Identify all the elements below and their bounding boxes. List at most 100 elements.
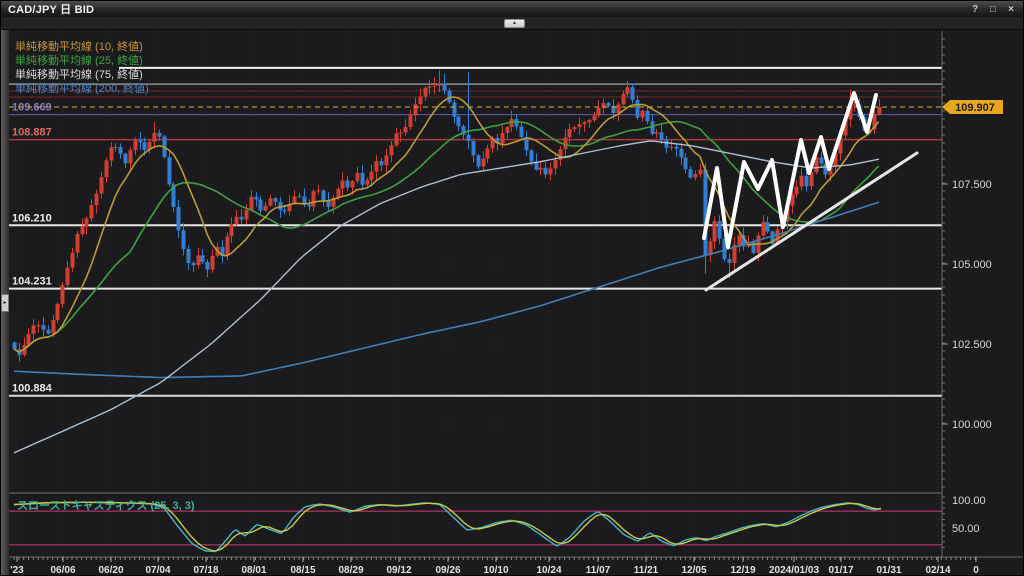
candle-body [317, 190, 321, 191]
y-axis-label: 105.000 [952, 259, 992, 271]
candle-body [61, 285, 65, 304]
candle-body [414, 104, 418, 115]
stochastic-label: スローストキャスティクス (25, 3, 3) [17, 499, 195, 512]
candle-body [264, 206, 268, 211]
candle-body [486, 148, 490, 158]
candlestick-chart[interactable]: 109.669108.887106.210104.231100.884スロースト… [1, 1, 1024, 576]
candle-body [482, 159, 486, 167]
candle-body [438, 83, 442, 85]
candle-body [641, 111, 645, 118]
candle-body [211, 256, 215, 270]
current-price-value: 109.907 [955, 102, 995, 114]
candle-body [139, 140, 143, 142]
candle-body [66, 268, 70, 285]
candle-body [728, 259, 732, 263]
candle-body [646, 111, 650, 122]
candle-body [356, 173, 360, 181]
y-axis-label: 100.000 [952, 419, 992, 431]
left-sidebar-strip: ▸ [1, 30, 9, 575]
candle-body [539, 168, 543, 170]
candle-body [457, 117, 461, 126]
stochastic-axis-label: 100.00 [952, 495, 986, 507]
candle-body [274, 198, 278, 202]
candle-body [90, 205, 94, 218]
candle-body [206, 262, 210, 270]
candle-body [226, 236, 230, 255]
toolbar-strip: ▴ [1, 17, 1024, 30]
candle-body [201, 255, 205, 262]
candle-body [100, 177, 104, 193]
candle-body [404, 127, 408, 133]
candle-body [42, 325, 46, 329]
candle-body [182, 230, 186, 249]
stochastic-axis-label: 50.00 [952, 523, 980, 535]
candle-body [766, 222, 770, 231]
candle-body [501, 133, 505, 143]
candle-body [622, 94, 626, 104]
close-button[interactable]: × [1003, 3, 1019, 16]
candle-body [168, 157, 172, 184]
price-level-label: 104.231 [12, 276, 52, 288]
candle-body [762, 222, 766, 236]
candle-body [443, 83, 447, 90]
window-controls: ? □ × [967, 3, 1024, 16]
candle-body [515, 119, 519, 127]
candle-body [593, 116, 597, 120]
candle-body [37, 325, 41, 326]
y-axis-label: 102.500 [952, 339, 992, 351]
legend-item: 単純移動平均線 (200, 終値) [15, 81, 149, 95]
candle-body [670, 147, 674, 148]
candle-body [520, 126, 524, 137]
chart-window: 109.669108.887106.210104.231100.884スロースト… [0, 0, 1024, 576]
candle-body [143, 142, 147, 150]
candle-body [192, 263, 196, 265]
candle-body [124, 154, 128, 164]
price-level-label: 109.669 [12, 102, 52, 114]
candle-body [380, 161, 384, 165]
candle-body [795, 187, 799, 195]
candle-body [607, 103, 611, 106]
candle-body [114, 147, 118, 148]
candle-body [554, 160, 558, 169]
candle-body [626, 87, 630, 94]
candle-body [419, 96, 423, 104]
candle-body [395, 133, 399, 145]
candle-body [544, 168, 548, 175]
candle-body [119, 147, 123, 154]
candle-body [158, 133, 162, 137]
candle-body [655, 132, 659, 134]
candle-body [597, 108, 601, 116]
collapse-panel-button[interactable]: ▴ [504, 19, 525, 28]
candle-body [95, 194, 99, 206]
candle-body [85, 218, 89, 226]
candle-body [660, 132, 664, 140]
candle-body [820, 157, 824, 163]
candle-body [617, 104, 621, 113]
candle-body [47, 330, 51, 334]
candle-body [694, 174, 698, 177]
maximize-button[interactable]: □ [985, 3, 1001, 16]
candle-body [684, 158, 688, 170]
candle-body [259, 199, 263, 210]
candle-body [651, 121, 655, 134]
sidebar-expand-button[interactable]: ▸ [1, 294, 9, 312]
candle-body [283, 210, 287, 211]
candle-body [298, 196, 302, 197]
candle-body [32, 325, 36, 333]
candle-body [713, 221, 717, 241]
candle-body [428, 86, 432, 87]
candle-body [105, 160, 109, 177]
candle-body [197, 255, 201, 265]
candle-body [680, 149, 684, 158]
candle-body [573, 127, 577, 129]
candle-body [153, 133, 157, 142]
candle-body [346, 180, 350, 187]
help-button[interactable]: ? [967, 3, 983, 16]
candle-body [308, 205, 312, 207]
legend-item: 単純移動平均線 (10, 終値) [15, 39, 143, 53]
candle-body [805, 176, 809, 186]
candle-body [56, 304, 60, 320]
candle-body [878, 107, 882, 114]
candle-body [472, 141, 476, 155]
candle-body [134, 140, 138, 150]
